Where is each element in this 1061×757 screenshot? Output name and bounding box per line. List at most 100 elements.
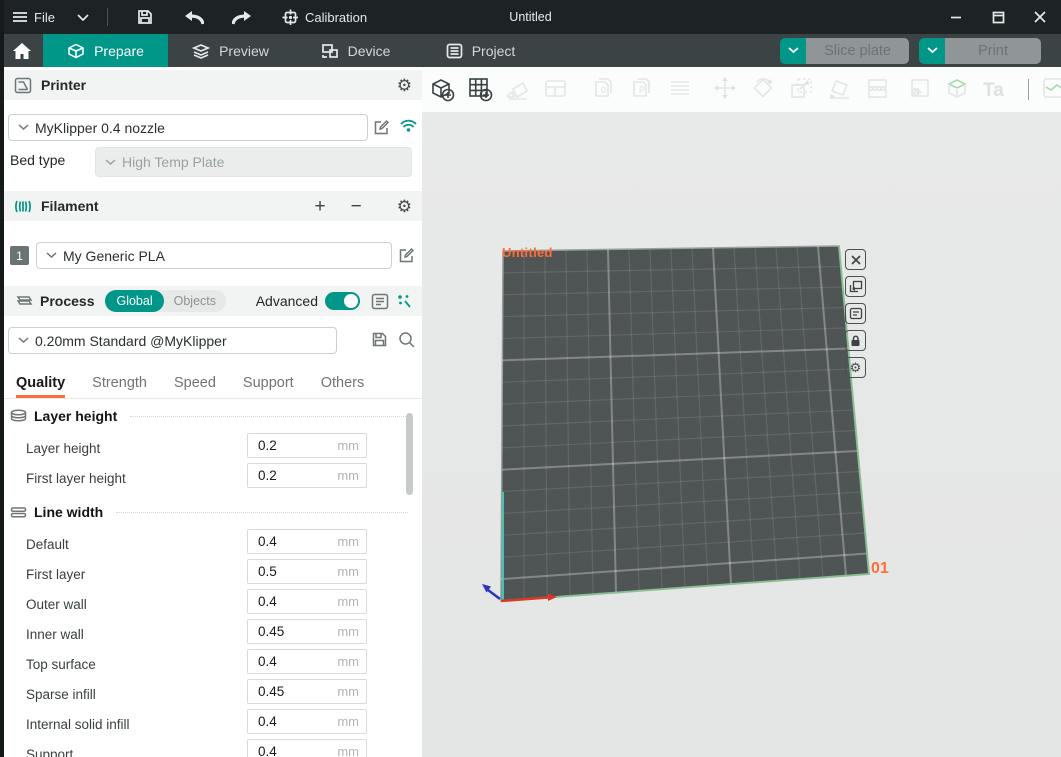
group-layer-height-label: Layer height: [34, 408, 117, 424]
viewport-toolbar: 0 P Ta: [422, 67, 1061, 113]
scope-global[interactable]: Global: [105, 290, 163, 312]
param-label: Top surface: [26, 657, 96, 672]
screen-edge-strip: [0, 0, 4, 757]
param-input[interactable]: 0.45mm: [247, 619, 367, 644]
param-label: Support: [26, 747, 73, 757]
split-to-parts-button[interactable]: P: [628, 75, 656, 103]
undo-button[interactable]: [184, 10, 204, 25]
printer-icon: [14, 77, 32, 94]
print-dropdown[interactable]: [919, 38, 945, 64]
scope-objects[interactable]: Objects: [164, 294, 226, 308]
tab-strength[interactable]: Strength: [92, 375, 147, 398]
bed-type-select[interactable]: High Temp Plate: [95, 147, 412, 177]
tab-quality[interactable]: Quality: [16, 375, 65, 398]
tab-speed[interactable]: Speed: [174, 375, 216, 398]
advanced-toggle[interactable]: [325, 292, 360, 310]
group-layer-height: Layer height: [10, 405, 408, 427]
remove-filament-button[interactable]: −: [351, 197, 362, 216]
tab-preview[interactable]: Preview: [168, 34, 293, 67]
mesh-boolean-button[interactable]: [906, 75, 934, 103]
plate-name-label[interactable]: Untitled: [502, 245, 553, 260]
tab-prepare-label: Prepare: [94, 43, 144, 59]
split-to-objects-button[interactable]: 0: [590, 75, 618, 103]
printer-preset-value: MyKlipper 0.4 nozzle: [35, 120, 165, 136]
save-button[interactable]: [136, 8, 154, 26]
filament-preset-select[interactable]: My Generic PLA: [36, 242, 392, 269]
tab-device[interactable]: Device: [293, 34, 418, 67]
restore-button[interactable]: [977, 0, 1019, 34]
search-params-icon[interactable]: [396, 293, 412, 310]
toolbar-separator: [1028, 79, 1029, 100]
build-plate[interactable]: [422, 112, 1061, 757]
redo-button[interactable]: [232, 10, 252, 25]
main-nav: Prepare Preview Device Project Slice pla…: [0, 34, 1061, 67]
param-input[interactable]: 0.4mm: [247, 739, 367, 757]
param-input[interactable]: 0.2mm: [247, 433, 367, 458]
param-input[interactable]: 0.45mm: [247, 679, 367, 704]
assembly-button[interactable]: [944, 75, 972, 103]
param-input[interactable]: 0.4mm: [247, 589, 367, 614]
calibration-button[interactable]: Calibration: [282, 9, 367, 26]
delete-plate-button[interactable]: [845, 249, 866, 270]
file-menu-chevron[interactable]: [77, 14, 89, 21]
title-bar: File Calibration Untitled: [0, 0, 1061, 34]
move-button[interactable]: [712, 75, 740, 103]
slice-plate-button[interactable]: Slice plate: [806, 38, 909, 64]
window-title: Untitled: [509, 0, 551, 34]
param-label: First layer: [26, 567, 85, 582]
add-filament-button[interactable]: +: [315, 197, 326, 216]
param-input[interactable]: 0.5mm: [247, 559, 367, 584]
rename-plate-button[interactable]: [845, 303, 866, 324]
process-scope-toggle[interactable]: Global Objects: [105, 290, 226, 312]
arrange-plate-button[interactable]: [845, 276, 866, 297]
viewport-3d[interactable]: Untitled 01 ⚙: [422, 112, 1061, 757]
printer-title: Printer: [41, 77, 86, 93]
close-button[interactable]: [1019, 0, 1061, 34]
rotate-button[interactable]: [750, 75, 778, 103]
param-label: Sparse infill: [26, 687, 96, 702]
home-button[interactable]: [0, 34, 43, 67]
param-label: First layer height: [26, 471, 126, 486]
slice-plate-dropdown[interactable]: [780, 38, 806, 64]
printer-settings-icon[interactable]: ⚙: [397, 77, 412, 94]
param-input[interactable]: 0.4mm: [247, 649, 367, 674]
variable-layer-height-button[interactable]: [666, 75, 694, 103]
lock-plate-button[interactable]: [845, 330, 866, 351]
auto-orient-button[interactable]: [504, 75, 532, 103]
filament-slot-badge[interactable]: 1: [10, 246, 29, 265]
text-tool-button[interactable]: Ta: [980, 75, 1008, 103]
cut-button[interactable]: [864, 75, 892, 103]
file-menu-button[interactable]: File: [12, 10, 55, 25]
params-scrollbar[interactable]: [406, 413, 413, 495]
scale-button[interactable]: [788, 75, 816, 103]
tab-prepare[interactable]: Prepare: [43, 34, 168, 67]
param-label: Inner wall: [26, 627, 84, 642]
param-label: Outer wall: [26, 597, 87, 612]
search-preset-icon[interactable]: [398, 331, 416, 349]
process-icon: [14, 293, 33, 309]
minimize-button[interactable]: [935, 0, 977, 34]
process-preset-select[interactable]: 0.20mm Standard @MyKlipper: [8, 327, 337, 354]
param-input[interactable]: 0.4mm: [247, 709, 367, 734]
tab-project[interactable]: Project: [418, 34, 543, 67]
tab-support[interactable]: Support: [243, 375, 294, 398]
printer-preset-select[interactable]: MyKlipper 0.4 nozzle: [8, 114, 368, 141]
save-preset-icon[interactable]: [371, 331, 388, 348]
plate-settings-button[interactable]: ⚙: [845, 357, 866, 378]
add-object-button[interactable]: [428, 75, 456, 103]
assembly-view-button[interactable]: [1040, 75, 1061, 103]
lay-on-face-button[interactable]: [826, 75, 854, 103]
objects-list-icon[interactable]: [371, 293, 389, 310]
param-input[interactable]: 0.2mm: [247, 463, 367, 488]
process-tab-bar: Quality Strength Speed Support Others: [0, 368, 422, 399]
param-label: Layer height: [26, 441, 100, 456]
tab-others[interactable]: Others: [321, 375, 365, 398]
edit-filament-icon[interactable]: [398, 247, 415, 264]
arrange-button[interactable]: [542, 75, 570, 103]
printer-connection-icon[interactable]: [399, 118, 418, 133]
add-plate-button[interactable]: [466, 75, 494, 103]
print-button[interactable]: Print: [945, 38, 1041, 64]
filament-settings-icon[interactable]: ⚙: [397, 198, 412, 215]
param-input[interactable]: 0.4mm: [247, 529, 367, 554]
edit-printer-icon[interactable]: [373, 119, 390, 136]
